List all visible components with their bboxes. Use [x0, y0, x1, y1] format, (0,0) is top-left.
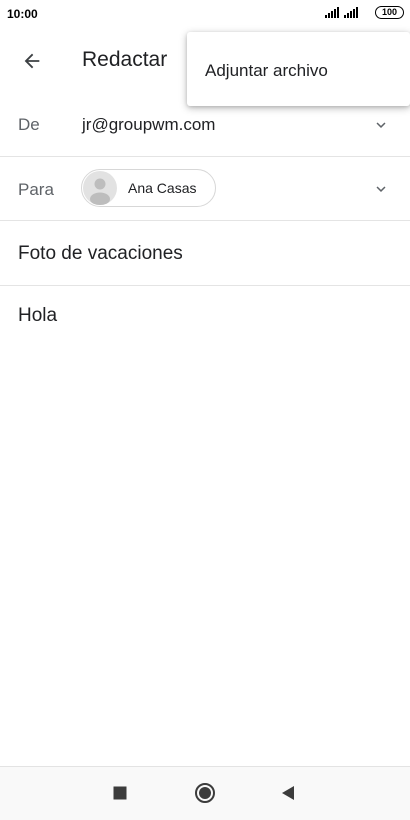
menu-item-attach-file[interactable]: Adjuntar archivo: [205, 61, 328, 81]
home-icon: [195, 783, 215, 803]
battery-icon: 100: [375, 6, 404, 19]
recent-apps-icon: [113, 786, 127, 800]
signal-icon: [325, 7, 339, 18]
back-button[interactable]: [14, 46, 50, 76]
chevron-down-icon[interactable]: [372, 180, 390, 198]
to-label: Para: [18, 180, 54, 199]
status-icons: 100: [325, 6, 404, 19]
arrow-back-icon: [24, 53, 40, 69]
status-time: 10:00: [7, 7, 38, 21]
avatar-icon: [83, 171, 117, 205]
subject-row[interactable]: Foto de vacaciones: [0, 221, 410, 286]
from-label: De: [18, 115, 40, 134]
overflow-menu: Adjuntar archivo: [187, 32, 410, 106]
subject-field[interactable]: Foto de vacaciones: [18, 243, 183, 265]
nav-back-button[interactable]: [276, 781, 300, 805]
body-field[interactable]: Hola: [18, 305, 57, 327]
from-value[interactable]: jr@groupwm.com: [82, 115, 215, 135]
page-title: Redactar: [82, 48, 168, 71]
home-button[interactable]: [193, 781, 217, 805]
recipient-name: Ana Casas: [128, 180, 197, 196]
status-bar: 10:00 100: [0, 0, 410, 28]
recipient-chip[interactable]: Ana Casas: [81, 169, 216, 207]
to-row[interactable]: Para Ana Casas: [0, 157, 410, 221]
signal-icon: [344, 7, 358, 18]
system-nav-bar: [0, 766, 410, 820]
recent-apps-button[interactable]: [108, 781, 132, 805]
back-icon: [282, 786, 294, 800]
chevron-down-icon[interactable]: [372, 116, 390, 134]
